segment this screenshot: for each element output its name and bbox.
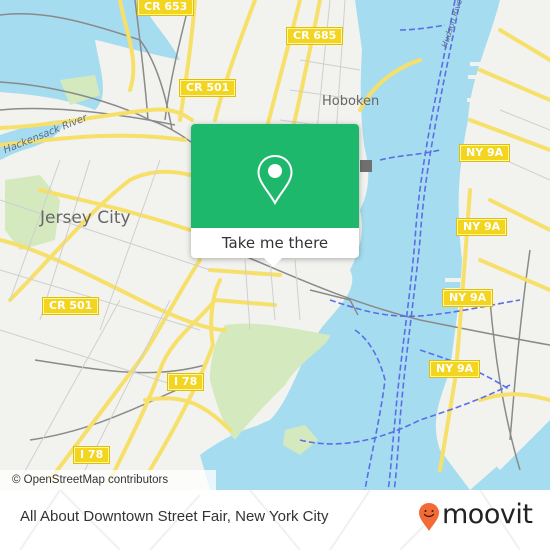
location-pin-icon: [257, 154, 293, 206]
road-shield-ny9a-4: NY 9A: [428, 360, 481, 378]
hoboken-terminal: [360, 160, 372, 172]
road-shield-ny9a-2: NY 9A: [455, 218, 508, 236]
road-shield-cr501-west: CR 501: [41, 297, 100, 315]
road-shield-i78-2: I 78: [72, 446, 111, 464]
take-me-there-button[interactable]: Take me there: [191, 228, 359, 258]
road-shield-ny9a-3: NY 9A: [441, 289, 494, 307]
destination-popup: Take me there: [191, 124, 359, 267]
map-attribution[interactable]: © OpenStreetMap contributors: [0, 470, 216, 490]
road-shield-i78-1: I 78: [166, 373, 205, 391]
popup-header: [191, 124, 359, 228]
footer-bar: All About Downtown Street Fair, New York…: [0, 490, 550, 550]
moovit-logo[interactable]: moovit: [418, 499, 538, 534]
road-shield-cr653: CR 653: [136, 0, 195, 16]
road-shield-cr685: CR 685: [285, 27, 344, 45]
map-view[interactable]: CR 653 CR 685 CR 501 CR 501 NY 9A NY 9A …: [0, 0, 550, 490]
road-shield-ny9a-1: NY 9A: [458, 144, 511, 162]
popup-pointer: [263, 257, 283, 267]
place-label-hoboken: Hoboken: [322, 94, 380, 109]
place-label-jersey-city: Jersey City: [40, 208, 131, 228]
road-shield-cr501-north: CR 501: [178, 79, 237, 97]
event-title: All About Downtown Street Fair, New York…: [20, 508, 329, 525]
moovit-smiley-pin-icon: [419, 503, 439, 531]
moovit-wordmark: moovit: [442, 499, 533, 530]
